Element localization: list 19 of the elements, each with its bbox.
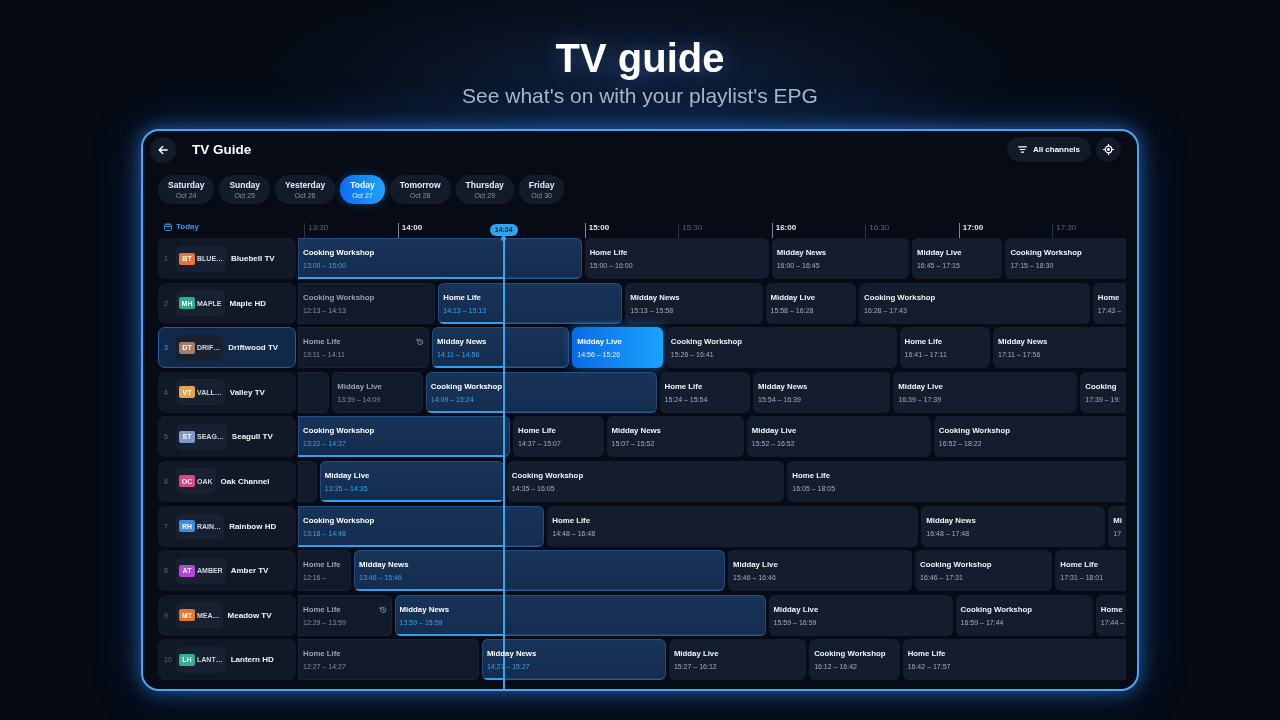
day-label: Today [176, 222, 199, 231]
locate-button[interactable] [1096, 137, 1121, 162]
time-label: 16:30 [869, 223, 890, 232]
page-title: TV guide [555, 38, 725, 78]
time-label: 13:30 [308, 223, 329, 232]
crosshair-icon [1103, 144, 1114, 155]
page-subtitle: See what's on with your playlist's EPG [462, 85, 818, 107]
time-label: 17:30 [1056, 223, 1077, 232]
filter-button[interactable]: All channels [1006, 137, 1091, 162]
time-label: 16:00 [775, 223, 797, 232]
time-label: 14:00 [401, 223, 423, 232]
filter-icon [1017, 146, 1027, 153]
time-label: 15:30 [682, 223, 703, 232]
back-button[interactable] [150, 136, 176, 163]
calendar-icon [164, 222, 172, 231]
time-label: 15:00 [588, 223, 610, 232]
time-label: 17:00 [962, 223, 984, 232]
arrow-left-icon [158, 144, 168, 155]
guide-title: TV Guide [192, 142, 252, 157]
